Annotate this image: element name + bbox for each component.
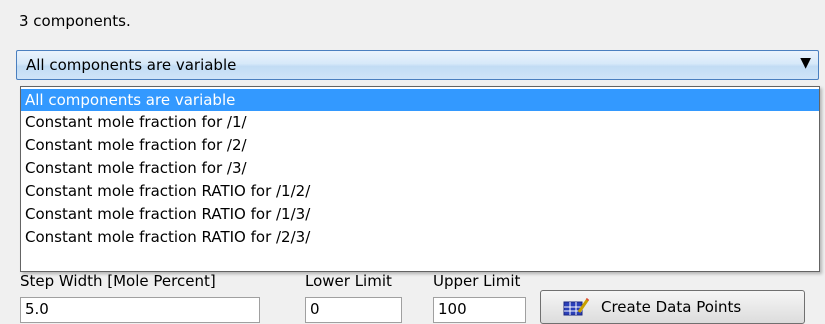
create-button-label: Create Data Points: [601, 298, 742, 316]
step-width-input[interactable]: 5.0: [20, 297, 260, 323]
option-constant-3[interactable]: Constant mole fraction for /3/: [21, 157, 819, 179]
option-constant-2[interactable]: Constant mole fraction for /2/: [21, 134, 819, 156]
table-edit-icon: [563, 298, 589, 316]
option-ratio-1-3[interactable]: Constant mole fraction RATIO for /1/3/: [21, 203, 819, 225]
lower-limit-input[interactable]: 0: [305, 297, 402, 323]
combobox-dropdown-list: All components are variable Constant mol…: [20, 86, 820, 272]
combobox-selected-value: All components are variable: [26, 56, 237, 74]
component-count-label: 3 components.: [19, 12, 131, 30]
create-data-points-button[interactable]: Create Data Points: [540, 290, 805, 324]
chevron-down-icon[interactable]: ▼: [800, 55, 811, 71]
option-ratio-1-2[interactable]: Constant mole fraction RATIO for /1/2/: [21, 180, 819, 202]
step-width-label: Step Width [Mole Percent]: [20, 272, 216, 290]
upper-limit-label: Upper Limit: [433, 272, 521, 290]
constraint-combobox[interactable]: All components are variable ▼: [16, 50, 819, 80]
option-ratio-2-3[interactable]: Constant mole fraction RATIO for /2/3/: [21, 226, 819, 248]
lower-limit-label: Lower Limit: [305, 272, 392, 290]
option-all-variable[interactable]: All components are variable: [21, 89, 819, 111]
option-constant-1[interactable]: Constant mole fraction for /1/: [21, 111, 819, 133]
upper-limit-input[interactable]: 100: [433, 297, 526, 323]
